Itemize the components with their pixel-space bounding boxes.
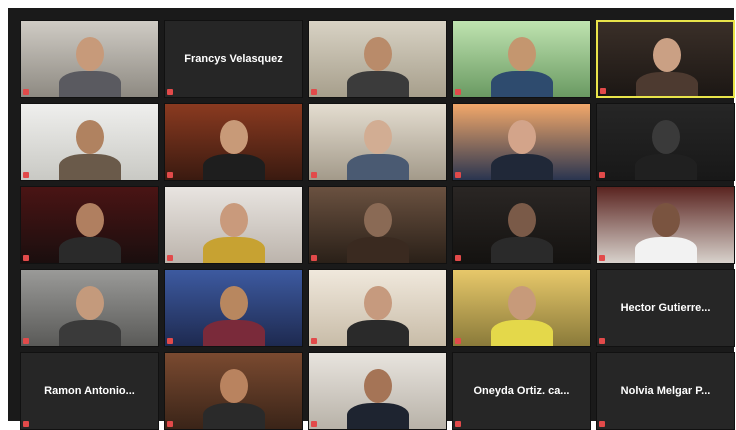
microphone-muted-icon [455, 338, 461, 344]
participant-avatar [309, 187, 446, 263]
participant-video [597, 187, 734, 263]
participant-tile[interactable]: Hector Gutierre... [596, 269, 735, 347]
participant-video [597, 104, 734, 180]
participant-name: Nolvia Melgar P... [620, 385, 711, 397]
microphone-muted-icon [167, 421, 173, 427]
participant-avatar [597, 104, 734, 180]
microphone-muted-icon [455, 89, 461, 95]
participant-tile[interactable] [20, 269, 159, 347]
participant-tile[interactable] [20, 186, 159, 264]
participant-tile[interactable] [596, 186, 735, 264]
microphone-muted-icon [23, 338, 29, 344]
microphone-muted-icon [455, 255, 461, 261]
microphone-muted-icon [167, 172, 173, 178]
participant-avatar [309, 270, 446, 346]
participant-avatar [165, 187, 302, 263]
participant-video [453, 187, 590, 263]
participant-avatar [21, 270, 158, 346]
participant-tile[interactable]: Francys Velasquez [164, 20, 303, 98]
participant-video [21, 187, 158, 263]
participant-avatar [165, 353, 302, 429]
participant-name: Francys Velasquez [184, 53, 283, 65]
participant-tile[interactable] [452, 103, 591, 181]
microphone-muted-icon [455, 172, 461, 178]
video-gallery: Francys Velasquez Hector Gutierre... Ramon… [8, 8, 735, 430]
participant-tile[interactable] [164, 103, 303, 181]
participant-video [165, 104, 302, 180]
participant-avatar [309, 21, 446, 97]
participant-video [453, 270, 590, 346]
participant-tile[interactable] [308, 269, 447, 347]
participant-avatar [21, 187, 158, 263]
microphone-muted-icon [311, 89, 317, 95]
microphone-muted-icon [455, 421, 461, 427]
microphone-muted-icon [23, 421, 29, 427]
participant-video [453, 104, 590, 180]
participant-video [21, 104, 158, 180]
participant-tile[interactable] [20, 20, 159, 98]
microphone-muted-icon [167, 89, 173, 95]
microphone-muted-icon [311, 255, 317, 261]
microphone-muted-icon [23, 172, 29, 178]
participant-video [165, 353, 302, 429]
participant-video [309, 353, 446, 429]
microphone-muted-icon [23, 89, 29, 95]
participant-tile[interactable] [308, 20, 447, 98]
participant-avatar [165, 270, 302, 346]
participant-avatar [165, 104, 302, 180]
participant-tile[interactable] [164, 352, 303, 430]
microphone-muted-icon [599, 172, 605, 178]
participant-avatar [21, 21, 158, 97]
participant-tile[interactable] [452, 20, 591, 98]
participant-avatar [598, 22, 733, 96]
participant-video [21, 21, 158, 97]
participant-name: Ramon Antonio... [44, 385, 135, 397]
microphone-muted-icon [311, 172, 317, 178]
participant-tile[interactable] [308, 186, 447, 264]
participant-video [309, 104, 446, 180]
participant-tile[interactable] [596, 20, 735, 98]
microphone-muted-icon [599, 421, 605, 427]
participant-tile[interactable] [452, 269, 591, 347]
participant-video [21, 270, 158, 346]
participant-video [309, 21, 446, 97]
participant-video [309, 187, 446, 263]
microphone-muted-icon [311, 421, 317, 427]
microphone-muted-icon [23, 255, 29, 261]
participant-video [165, 187, 302, 263]
microphone-muted-icon [599, 338, 605, 344]
participant-avatar [21, 104, 158, 180]
participant-avatar [309, 104, 446, 180]
participant-tile[interactable] [164, 269, 303, 347]
participant-avatar [597, 187, 734, 263]
participant-tile[interactable] [452, 186, 591, 264]
microphone-muted-icon [167, 338, 173, 344]
participant-tile[interactable]: Oneyda Ortiz. ca... [452, 352, 591, 430]
participant-avatar [453, 21, 590, 97]
participant-tile[interactable]: Ramon Antonio... [20, 352, 159, 430]
participant-grid: Francys Velasquez Hector Gutierre... Ramon… [20, 20, 735, 430]
participant-video [598, 22, 733, 96]
participant-tile[interactable] [308, 352, 447, 430]
participant-avatar [309, 353, 446, 429]
participant-name: Hector Gutierre... [620, 302, 711, 314]
participant-tile[interactable] [20, 103, 159, 181]
participant-name: Oneyda Ortiz. ca... [473, 385, 570, 397]
participant-video [165, 270, 302, 346]
microphone-muted-icon [167, 255, 173, 261]
participant-avatar [453, 104, 590, 180]
microphone-muted-icon [599, 255, 605, 261]
participant-tile[interactable] [164, 186, 303, 264]
participant-video [453, 21, 590, 97]
microphone-muted-icon [311, 338, 317, 344]
participant-tile[interactable] [308, 103, 447, 181]
participant-tile[interactable]: Nolvia Melgar P... [596, 352, 735, 430]
participant-avatar [453, 270, 590, 346]
participant-avatar [453, 187, 590, 263]
microphone-muted-icon [600, 88, 606, 94]
participant-tile[interactable] [596, 103, 735, 181]
participant-video [309, 270, 446, 346]
